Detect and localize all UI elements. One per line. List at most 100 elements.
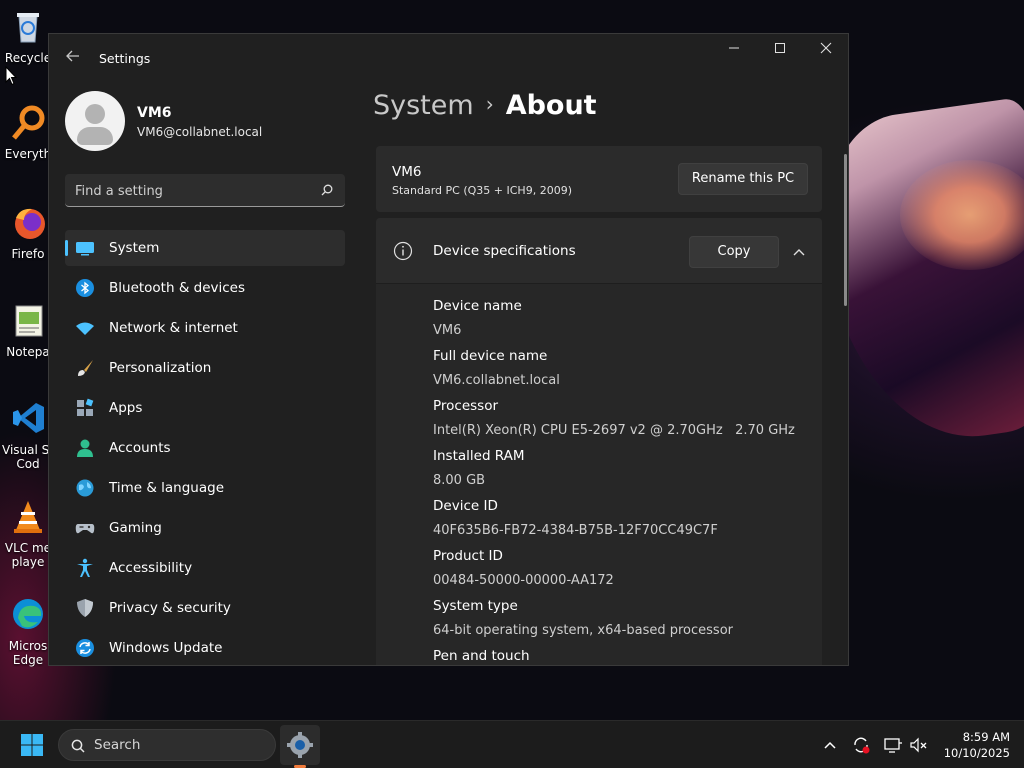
breadcrumb: System › About xyxy=(373,90,597,130)
rename-pc-button[interactable]: Rename this PC xyxy=(678,163,808,195)
globe-icon xyxy=(76,479,94,497)
spec-label: Full device name xyxy=(433,348,548,364)
search-input[interactable] xyxy=(75,181,305,201)
vscode-icon xyxy=(13,403,44,433)
sidebar-item-bluetooth[interactable]: Bluetooth & devices xyxy=(65,270,345,306)
sidebar-item-label: Time & language xyxy=(109,480,225,496)
device-specifications-list: Device name VM6 Full device name VM6.col… xyxy=(433,297,813,665)
spec-value: VM6 xyxy=(433,323,462,338)
breadcrumb-parent[interactable]: System xyxy=(373,90,474,121)
sidebar-item-windows-update[interactable]: Windows Update xyxy=(65,630,345,665)
sidebar-item-label: Privacy & security xyxy=(109,600,231,616)
spec-label: System type xyxy=(433,598,518,614)
chevron-up-icon[interactable] xyxy=(789,242,809,262)
sidebar-item-label: Personalization xyxy=(109,360,212,376)
shield-icon xyxy=(77,599,93,617)
spec-row-system-type: System type 64-bit operating system, x64… xyxy=(433,597,813,647)
sidebar-item-personalization[interactable]: Personalization xyxy=(65,350,345,386)
sidebar-item-accessibility[interactable]: Accessibility xyxy=(65,550,345,586)
maximize-icon xyxy=(775,43,785,53)
back-arrow-icon xyxy=(66,50,79,62)
device-specifications-header[interactable]: Device specifications Copy xyxy=(376,218,822,284)
sidebar-item-accounts[interactable]: Accounts xyxy=(65,430,345,466)
close-button[interactable] xyxy=(803,34,848,66)
spec-row-product-id: Product ID 00484-50000-00000-AA172 xyxy=(433,547,813,597)
wifi-icon xyxy=(76,322,94,335)
sync-alert-icon[interactable] xyxy=(851,735,871,755)
sidebar-item-privacy-security[interactable]: Privacy & security xyxy=(65,590,345,626)
edge-icon xyxy=(13,599,43,629)
avatar-body xyxy=(77,127,113,145)
settings-search-box[interactable] xyxy=(65,174,345,207)
clock-date: 10/10/2025 xyxy=(943,746,1010,760)
avatar-head xyxy=(85,104,105,124)
notepad-icon xyxy=(15,305,43,337)
taskbar-clock[interactable]: 8:59 AM 10/10/2025 xyxy=(936,729,1010,761)
bluetooth-icon xyxy=(76,279,94,297)
close-icon xyxy=(820,42,832,54)
settings-gear-icon xyxy=(287,732,313,758)
accessibility-icon xyxy=(77,558,93,577)
spec-label: Pen and touch xyxy=(433,648,530,664)
taskbar-search[interactable]: Search xyxy=(58,729,276,761)
update-icon xyxy=(76,639,94,657)
minimize-icon xyxy=(729,47,739,49)
sidebar-item-time-language[interactable]: Time & language xyxy=(65,470,345,506)
accounts-icon xyxy=(77,439,93,457)
chevron-up-icon[interactable] xyxy=(820,735,840,755)
spec-label: Device name xyxy=(433,298,522,314)
sidebar-item-label: Accounts xyxy=(109,440,171,456)
gamepad-icon xyxy=(75,524,95,534)
window-title: Settings xyxy=(99,51,151,66)
system-icon xyxy=(76,242,94,256)
minimize-button[interactable] xyxy=(711,34,757,66)
settings-window: Settings VM6 VM6@collabnet.local Find a … xyxy=(48,33,849,666)
sidebar-item-label: Network & internet xyxy=(109,320,238,336)
spec-row-full-device-name: Full device name VM6.collabnet.local xyxy=(433,347,813,397)
sidebar-item-label: Windows Update xyxy=(109,640,223,656)
spec-label: Processor xyxy=(433,398,499,414)
firefox-icon xyxy=(15,208,45,239)
user-profile[interactable]: VM6 VM6@collabnet.local xyxy=(65,91,365,151)
clock-time: 8:59 AM xyxy=(962,730,1010,744)
sidebar-item-system[interactable]: System xyxy=(65,230,345,266)
mouse-cursor-icon xyxy=(5,66,17,86)
volume-muted-icon[interactable] xyxy=(909,735,929,755)
sidebar-item-network[interactable]: Network & internet xyxy=(65,310,345,346)
taskbar: Search 8:59 AM 10/10/2025 xyxy=(0,720,1024,768)
everything-icon xyxy=(12,105,45,140)
windows-start-icon[interactable] xyxy=(20,733,44,757)
taskbar-app-settings[interactable] xyxy=(280,725,320,765)
spec-value: 8.00 GB xyxy=(433,473,486,488)
spec-value: VM6.collabnet.local xyxy=(433,373,560,388)
avatar xyxy=(65,91,125,151)
search-icon xyxy=(321,184,333,196)
profile-name: VM6 xyxy=(137,105,172,121)
search-icon xyxy=(71,739,85,753)
content-scrollbar[interactable] xyxy=(844,154,847,306)
back-button[interactable] xyxy=(61,48,85,68)
device-specifications-title: Device specifications xyxy=(433,243,576,259)
sidebar-item-gaming[interactable]: Gaming xyxy=(65,510,345,546)
brush-icon xyxy=(78,360,93,376)
spec-row-installed-ram: Installed RAM 8.00 GB xyxy=(433,447,813,497)
spec-row-device-name: Device name VM6 xyxy=(433,297,813,347)
pc-model: Standard PC (Q35 + ICH9, 2009) xyxy=(392,184,572,197)
info-icon xyxy=(393,241,413,261)
maximize-button[interactable] xyxy=(757,34,803,66)
recycle-bin-icon xyxy=(17,13,39,43)
apps-icon xyxy=(77,398,94,416)
titlebar[interactable]: Settings xyxy=(49,34,848,82)
spec-value: Intel(R) Xeon(R) CPU E5-2697 v2 @ 2.70GH… xyxy=(433,423,795,438)
sidebar-item-apps[interactable]: Apps xyxy=(65,390,345,426)
display-icon[interactable] xyxy=(883,735,903,755)
sidebar-item-label: Bluetooth & devices xyxy=(109,280,246,296)
spec-label: Installed RAM xyxy=(433,448,525,464)
copy-button[interactable]: Copy xyxy=(689,236,779,268)
page-title: About xyxy=(505,90,597,121)
sidebar-item-label: Gaming xyxy=(109,520,162,536)
spec-label: Product ID xyxy=(433,548,503,564)
sidebar-item-label: System xyxy=(109,240,160,256)
spec-value: 64-bit operating system, x64-based proce… xyxy=(433,623,733,638)
profile-email: VM6@collabnet.local xyxy=(137,125,263,139)
